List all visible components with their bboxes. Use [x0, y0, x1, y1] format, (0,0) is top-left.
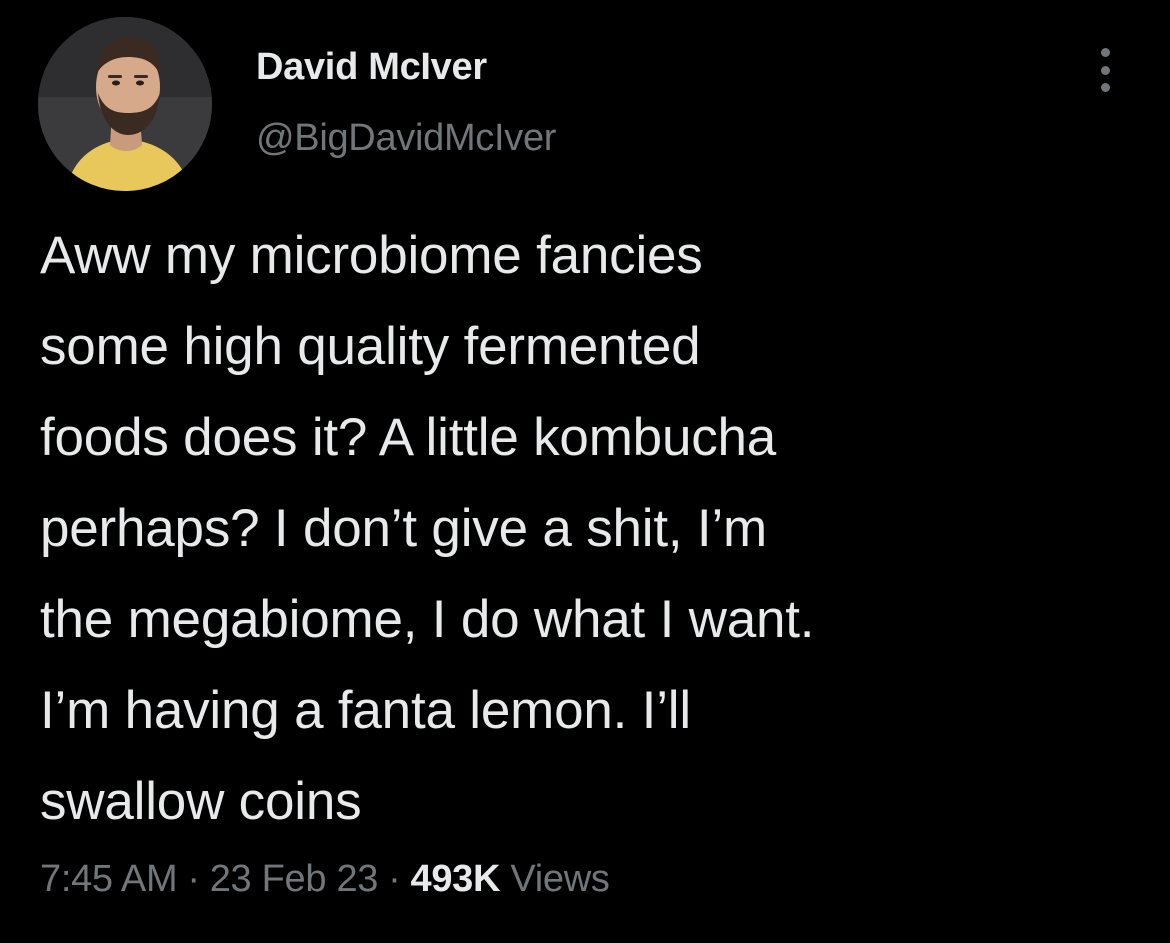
- tweet-card: David McIver @BigDavidMcIver Aww my micr…: [0, 0, 1170, 943]
- views-count[interactable]: 493K: [410, 858, 500, 900]
- tweet-text-line: foods does it? A little kombucha: [40, 408, 777, 467]
- profile-photo-icon: [38, 17, 212, 191]
- avatar[interactable]: [38, 17, 212, 191]
- tweet-text-line: I’m having a fanta lemon. I’ll: [40, 681, 691, 740]
- more-horizontal-icon-dot-3: [1100, 83, 1110, 92]
- tweet-text-line: perhaps? I don’t give a shit, I’m: [40, 499, 767, 558]
- tweet-text-line: swallow coins: [40, 772, 362, 831]
- tweet-meta: 7:45 AM · 23 Feb 23 · 493K Views: [40, 858, 610, 901]
- meta-separator: ·: [187, 858, 200, 900]
- tweet-text: Aww my microbiome fancies some high qual…: [40, 210, 1150, 847]
- author-handle[interactable]: @BigDavidMcIver: [256, 117, 556, 160]
- tweet-date[interactable]: 23 Feb 23: [210, 858, 379, 900]
- meta-separator: ·: [388, 858, 401, 900]
- author-display-name[interactable]: David McIver: [256, 46, 487, 89]
- more-horizontal-icon-dot-2: [1100, 65, 1110, 75]
- more-horizontal-icon: [1100, 48, 1110, 57]
- views-label: Views: [510, 858, 610, 900]
- tweet-text-line: the megabiome, I do what I want.: [40, 590, 815, 649]
- tweet-time[interactable]: 7:45 AM: [40, 858, 178, 900]
- more-options-button[interactable]: [1088, 42, 1122, 98]
- tweet-text-line: some high quality fermented: [40, 317, 701, 376]
- tweet-text-line: Aww my microbiome fancies: [40, 226, 703, 285]
